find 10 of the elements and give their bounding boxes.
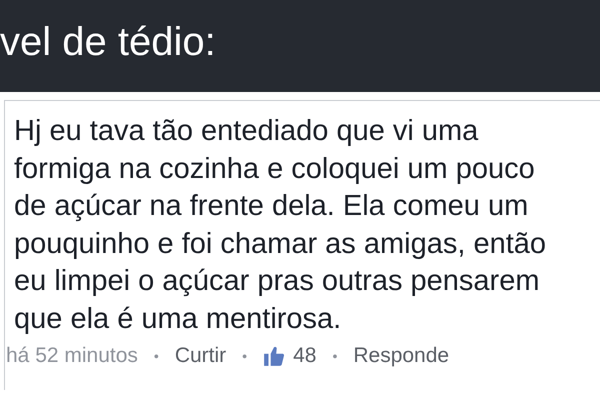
action-link[interactable]: Responde — [353, 344, 450, 368]
like-count: 48 — [293, 344, 316, 368]
comment-time: há 52 minutos — [6, 344, 138, 368]
comment-text: Hj eu tava tão entediado que vi uma formiga na cozinha e coloquei um pouco de açúcar na frente dela. Ela comeu um pouquinho e foi chamar as amigas, então eu limpei o açúcar pras outras pensarem que ela é uma mentirosa. — [14, 114, 548, 336]
separator-dot: • — [242, 348, 248, 364]
thumbs-up-icon — [263, 345, 286, 367]
separator-dot: • — [332, 348, 338, 364]
separator-dot: • — [154, 348, 159, 364]
action-link[interactable]: Curtir — [174, 344, 226, 368]
header-title: vel de tédio: — [0, 20, 216, 64]
